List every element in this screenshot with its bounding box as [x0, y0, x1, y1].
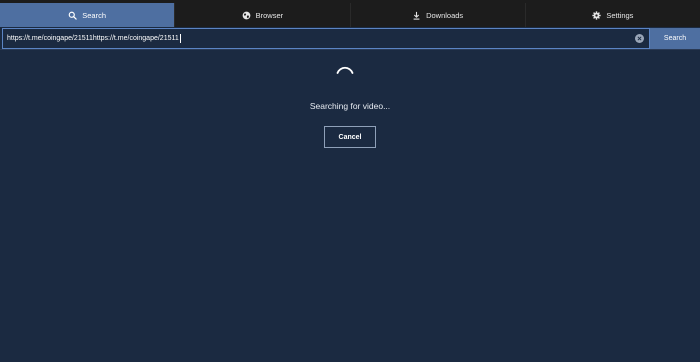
download-icon [412, 11, 421, 20]
tab-search-label: Search [82, 10, 106, 20]
app-window: Search Browser Downloads Settings https:… [0, 0, 700, 362]
tab-browser-label: Browser [255, 10, 284, 20]
cancel-button[interactable]: Cancel [324, 126, 376, 148]
tab-search[interactable]: Search [0, 3, 176, 27]
tab-settings-label: Settings [606, 10, 634, 20]
text-caret [179, 34, 181, 43]
url-input-value: https://t.me/coingape/21511https://t.me/… [7, 35, 179, 42]
globe-icon [242, 11, 251, 20]
tab-browser[interactable]: Browser [175, 3, 351, 27]
spinner-icon [336, 66, 354, 74]
url-bar: https://t.me/coingape/21511https://t.me/… [0, 27, 700, 50]
url-input[interactable]: https://t.me/coingape/21511https://t.me/… [2, 28, 650, 49]
status-message: Searching for video... [309, 101, 391, 111]
tab-settings[interactable]: Settings [526, 3, 700, 27]
search-icon [68, 11, 77, 20]
search-button[interactable]: Search [650, 28, 700, 49]
clear-icon[interactable] [635, 34, 644, 43]
gear-icon [592, 10, 601, 20]
search-status-panel: Searching for video... Cancel [0, 50, 700, 362]
tab-downloads-label: Downloads [426, 10, 464, 20]
tab-downloads[interactable]: Downloads [351, 3, 526, 27]
tab-bar: Search Browser Downloads Settings [0, 3, 700, 27]
